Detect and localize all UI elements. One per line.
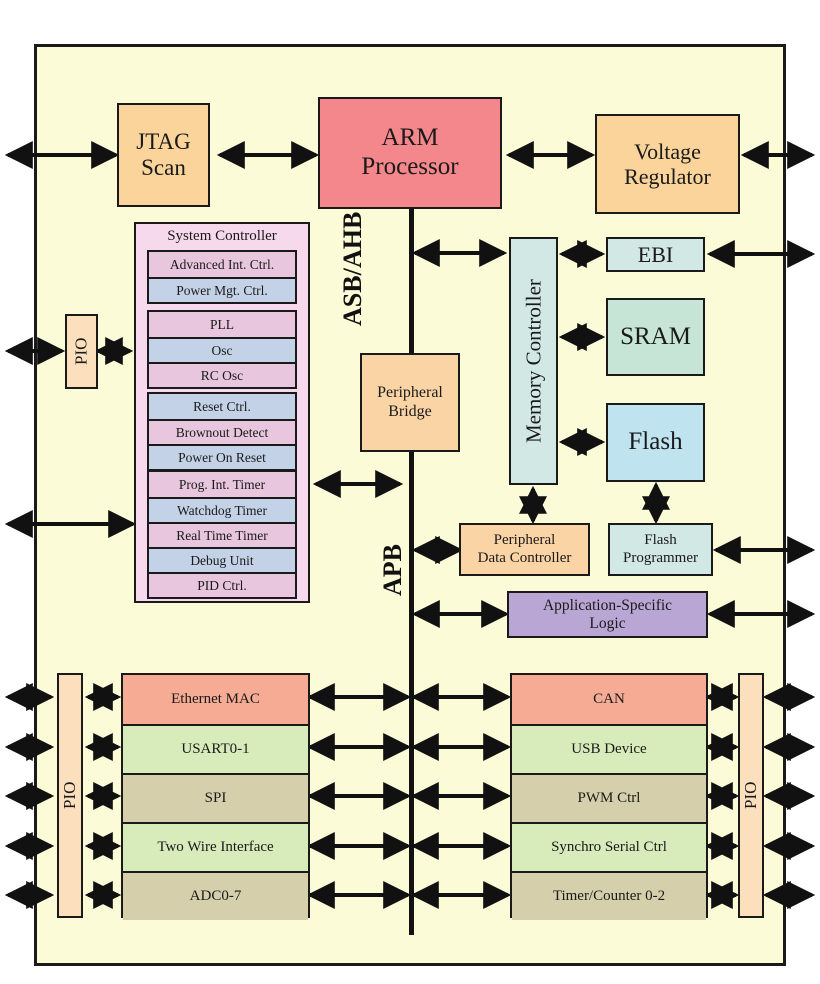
sysctl-row-pll[interactable]: PLL [149, 312, 295, 337]
pdc-label-line1: Peripheral [493, 532, 556, 549]
ebi-block[interactable]: EBI [606, 237, 705, 272]
peripheral-stack-left: Ethernet MAC USART0-1 SPI Two Wire Inter… [121, 673, 310, 920]
system-controller-title: System Controller [167, 228, 277, 244]
arm-processor-label-line2: Processor [361, 153, 459, 180]
peripheral-can[interactable]: CAN [512, 675, 706, 724]
sysctl-row-advanced-int-ctrl[interactable]: Advanced Int. Ctrl. [149, 252, 295, 277]
peripheral-bridge-label-line2: Bridge [388, 402, 432, 420]
peripheral-bridge-label-line1: Peripheral [377, 384, 443, 402]
sysctl-row-prog-int-timer[interactable]: Prog. Int. Timer [149, 472, 295, 497]
arm-processor-block[interactable]: ARM Processor [318, 97, 502, 209]
pio-bottom-right[interactable]: PIO [738, 673, 764, 918]
pdc-label-line2: Data Controller [477, 549, 572, 566]
voltage-regulator-label-line2: Regulator [624, 164, 711, 189]
peripheral-bridge-block[interactable]: Peripheral Bridge [360, 353, 460, 452]
jtag-scan-block[interactable]: JTAG Scan [117, 103, 210, 207]
pio-bottom-right-label: PIO [741, 781, 761, 810]
peripheral-stack-right: CAN USB Device PWM Ctrl Synchro Serial C… [510, 673, 708, 920]
peripheral-ethernet-mac[interactable]: Ethernet MAC [123, 675, 308, 724]
flash-label: Flash [628, 428, 683, 456]
jtag-scan-label-line2: Scan [141, 155, 186, 180]
sram-label: SRAM [620, 322, 691, 350]
pio-left-middle[interactable]: PIO [65, 314, 98, 389]
sysctl-row-power-on-reset[interactable]: Power On Reset [149, 444, 295, 469]
asl-label-line1: Application-Specific [542, 596, 673, 614]
sysctl-row-real-time-timer[interactable]: Real Time Timer [149, 522, 295, 547]
diagram-canvas: JTAG Scan ARM Processor Voltage Regulato… [0, 0, 820, 984]
ahb-bus-label-line1: ASB/ [338, 268, 367, 326]
apb-bus-label: APB [378, 530, 409, 610]
sysctl-row-power-mgt-ctrl[interactable]: Power Mgt. Ctrl. [149, 277, 295, 302]
sram-block[interactable]: SRAM [606, 298, 705, 376]
peripheral-data-controller-block[interactable]: Peripheral Data Controller [459, 523, 590, 576]
sysctl-row-rc-osc[interactable]: RC Osc [149, 362, 295, 387]
peripheral-usart[interactable]: USART0-1 [123, 724, 308, 773]
memory-controller-label: Memory Controller [521, 279, 546, 443]
apb-bus-label-text: APB [378, 544, 407, 596]
system-controller-container: System Controller Advanced Int. Ctrl. Po… [134, 222, 310, 603]
peripheral-spi[interactable]: SPI [123, 773, 308, 822]
peripheral-pwm-ctrl[interactable]: PWM Ctrl [512, 773, 706, 822]
pio-bottom-left-label: PIO [60, 781, 80, 810]
pio-bottom-left[interactable]: PIO [57, 673, 83, 918]
sysctl-row-watchdog-timer[interactable]: Watchdog Timer [149, 497, 295, 522]
sysctl-group-timers-debug: Prog. Int. Timer Watchdog Timer Real Tim… [147, 470, 297, 599]
asl-label-line2: Logic [589, 614, 626, 632]
peripheral-timer-counter[interactable]: Timer/Counter 0-2 [512, 871, 706, 920]
sysctl-row-debug-unit[interactable]: Debug Unit [149, 547, 295, 572]
apb-bus-line [409, 450, 414, 935]
ahb-bus-label-line2: AHB [338, 211, 367, 269]
ebi-label: EBI [637, 241, 674, 267]
flash-block[interactable]: Flash [606, 403, 705, 482]
application-specific-logic-block[interactable]: Application-Specific Logic [507, 591, 708, 638]
peripheral-adc[interactable]: ADC0-7 [123, 871, 308, 920]
pio-left-middle-label: PIO [71, 337, 91, 366]
flash-programmer-label-line1: Flash [644, 532, 677, 549]
ahb-bus-label: ASB/ AHB [338, 212, 411, 326]
voltage-regulator-block[interactable]: Voltage Regulator [595, 114, 740, 214]
sysctl-row-osc[interactable]: Osc [149, 337, 295, 362]
sysctl-row-pid-ctrl[interactable]: PID Ctrl. [149, 572, 295, 597]
memory-controller-block[interactable]: Memory Controller [509, 237, 558, 485]
arm-processor-label-line1: ARM [381, 124, 439, 152]
peripheral-synchro-serial-ctrl[interactable]: Synchro Serial Ctrl [512, 822, 706, 871]
jtag-scan-label-line1: JTAG [136, 128, 191, 154]
sysctl-group-clocks: PLL Osc RC Osc [147, 310, 297, 389]
sysctl-row-brownout-detect[interactable]: Brownout Detect [149, 419, 295, 444]
flash-programmer-label-line2: Programmer [623, 549, 698, 566]
sysctl-row-reset-ctrl[interactable]: Reset Ctrl. [149, 394, 295, 419]
sysctl-group-interrupt-power: Advanced Int. Ctrl. Power Mgt. Ctrl. [147, 250, 297, 304]
sysctl-group-reset: Reset Ctrl. Brownout Detect Power On Res… [147, 392, 297, 471]
flash-programmer-block[interactable]: Flash Programmer [608, 523, 713, 576]
peripheral-two-wire-interface[interactable]: Two Wire Interface [123, 822, 308, 871]
peripheral-usb-device[interactable]: USB Device [512, 724, 706, 773]
voltage-regulator-label-line1: Voltage [634, 138, 701, 164]
